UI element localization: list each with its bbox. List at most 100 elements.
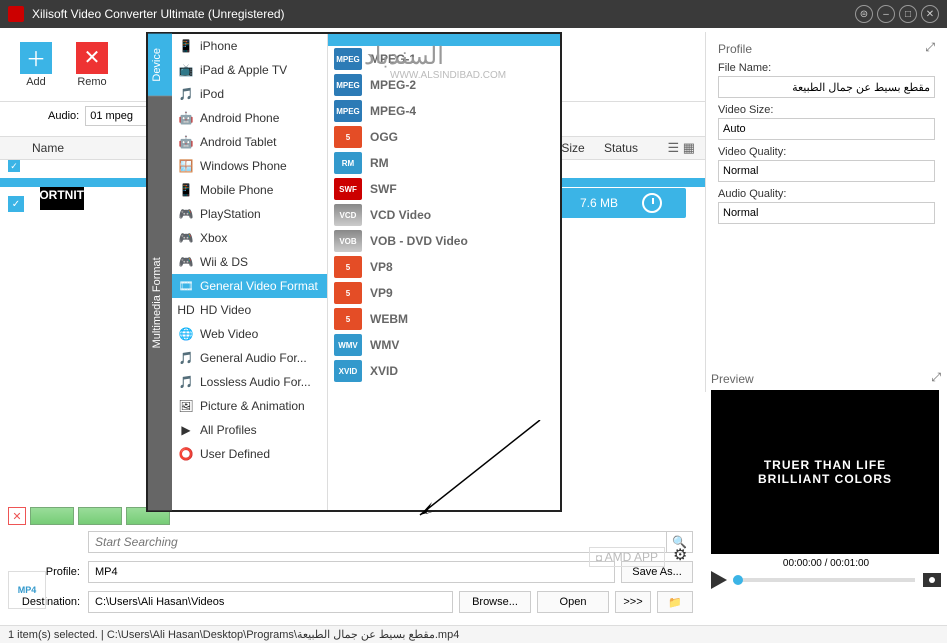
preview-expand-icon[interactable]: ⤢ (931, 370, 941, 385)
row-checkbox[interactable]: ✓ (8, 196, 24, 212)
format-item[interactable]: MPEGMPEG-4 (328, 98, 560, 124)
device-item[interactable]: ▶All Profiles (172, 418, 327, 442)
audio-quality-select[interactable] (718, 202, 935, 224)
device-item[interactable]: 🌐Web Video (172, 322, 327, 346)
format-badge-icon: VCD (334, 204, 362, 226)
format-item[interactable]: WMVWMV (328, 332, 560, 358)
snapshot-button[interactable] (923, 573, 941, 587)
device-icon: HD (178, 302, 194, 318)
tab-device[interactable]: Device (148, 34, 172, 96)
col-status: Status (600, 141, 642, 155)
clip-remove-icon[interactable]: ✕ (8, 507, 26, 525)
add-icon: ＋ (20, 42, 52, 74)
add-button[interactable]: ＋ Add (8, 38, 64, 92)
format-item[interactable]: 5WEBM (328, 306, 560, 332)
close-button[interactable]: ✕ (921, 5, 939, 23)
device-item[interactable]: 🤖Android Tablet (172, 130, 327, 154)
format-badge-icon: 5 (334, 256, 362, 278)
format-flyout: Device Multimedia Format 📱iPhone📺iPad & … (146, 32, 562, 512)
format-item[interactable]: MPEGMPEG-1 (328, 46, 560, 72)
queue-button[interactable]: >>> (615, 591, 651, 613)
window-title: Xilisoft Video Converter Ultimate (Unreg… (32, 7, 851, 21)
preview-panel: Preview ⤢ TRUER THAN LIFE BRILLIANT COLO… (711, 370, 941, 589)
device-item[interactable]: 🎵iPod (172, 82, 327, 106)
device-item[interactable]: 🎮Xbox (172, 226, 327, 250)
file-name-input[interactable] (718, 76, 935, 98)
select-all-checkbox[interactable]: ✓ (8, 160, 20, 172)
format-list: MPEGMPEG-1MPEGMPEG-2MPEGMPEG-45OGGRMRMSW… (328, 34, 560, 510)
clip-segment[interactable] (78, 507, 122, 525)
tab-multimedia[interactable]: Multimedia Format (148, 96, 172, 510)
format-item[interactable]: XVIDXVID (328, 358, 560, 384)
device-icon: 🤖 (178, 134, 194, 150)
device-item[interactable]: 🖼Picture & Animation (172, 394, 327, 418)
audio-input[interactable] (85, 106, 155, 126)
device-icon: 🌐 (178, 326, 194, 342)
device-item[interactable]: 🎮Wii & DS (172, 250, 327, 274)
format-item[interactable]: 5VP8 (328, 254, 560, 280)
device-icon: 🎵 (178, 350, 194, 366)
format-badge-icon: MPEG (334, 48, 362, 70)
video-quality-select[interactable] (718, 160, 935, 182)
amd-app-badge: ◘ AMD APP (589, 547, 665, 567)
app-logo-icon (8, 6, 24, 22)
device-item[interactable]: ⭕User Defined (172, 442, 327, 466)
device-item[interactable]: HDHD Video (172, 298, 327, 322)
clip-segment[interactable] (30, 507, 74, 525)
device-item[interactable]: 📱iPhone (172, 34, 327, 58)
format-item[interactable]: VCDVCD Video (328, 202, 560, 228)
view-toggle[interactable]: ☰ ▦ (667, 140, 695, 156)
destination-input[interactable] (88, 591, 453, 613)
format-item[interactable]: 5OGG (328, 124, 560, 150)
format-badge-icon: 5 (334, 308, 362, 330)
device-item[interactable]: 🎵General Audio For... (172, 346, 327, 370)
video-size-select[interactable] (718, 118, 935, 140)
options-round-icon[interactable]: ⊜ (855, 5, 873, 23)
format-item[interactable]: MPEGMPEG-2 (328, 72, 560, 98)
format-item[interactable]: RMRM (328, 150, 560, 176)
settings-icon[interactable]: ⚙ (673, 545, 695, 567)
profile-title: Profile (718, 42, 752, 56)
browse-button[interactable]: Browse... (459, 591, 531, 613)
device-item[interactable]: 🎮PlayStation (172, 202, 327, 226)
flyout-tabs: Device Multimedia Format (148, 34, 172, 510)
preview-screen: TRUER THAN LIFE BRILLIANT COLORS (711, 390, 939, 554)
search-input[interactable] (88, 531, 667, 553)
device-item[interactable]: 📺iPad & Apple TV (172, 58, 327, 82)
expand-icon[interactable]: ⤢ (925, 40, 935, 55)
device-item[interactable]: 🎞General Video Format (172, 274, 327, 298)
format-badge-icon: 5 (334, 126, 362, 148)
title-bar: Xilisoft Video Converter Ultimate (Unreg… (0, 0, 947, 28)
device-icon: ⭕ (178, 446, 194, 462)
device-icon: 🖼 (178, 398, 194, 414)
maximize-button[interactable]: □ (899, 5, 917, 23)
format-item[interactable]: 5VP9 (328, 280, 560, 306)
device-item[interactable]: 🤖Android Phone (172, 106, 327, 130)
minimize-button[interactable]: – (877, 5, 895, 23)
folder-button[interactable]: 📁 (657, 591, 693, 613)
device-item[interactable]: 🎵Lossless Audio For... (172, 370, 327, 394)
remove-button[interactable]: ✕ Remo (64, 38, 120, 92)
play-button[interactable] (711, 571, 727, 589)
format-item[interactable]: VOBVOB - DVD Video (328, 228, 560, 254)
format-badge-icon: XVID (334, 360, 362, 382)
device-icon: ▶ (178, 422, 194, 438)
device-item[interactable]: 🪟Windows Phone (172, 154, 327, 178)
format-badge-icon: MPEG (334, 100, 362, 122)
mp4-icon: MP4 (8, 571, 46, 609)
preview-line2: BRILLIANT COLORS (758, 472, 892, 486)
device-icon: 🎵 (178, 374, 194, 390)
device-item[interactable]: 📱Mobile Phone (172, 178, 327, 202)
row-name-extra: طبيعة (90, 189, 117, 202)
format-badge-icon: MPEG (334, 74, 362, 96)
clock-icon (642, 193, 662, 213)
seek-slider[interactable] (733, 578, 915, 582)
profile-select[interactable] (88, 561, 615, 583)
open-button[interactable]: Open (537, 591, 609, 613)
row-size: 7.6 MB (580, 196, 618, 210)
format-item[interactable]: SWFSWF (328, 176, 560, 202)
video-size-label: Video Size: (718, 104, 935, 116)
remove-icon: ✕ (76, 42, 108, 74)
audio-row: Audio: (0, 106, 160, 126)
preview-timecode: 00:00:00 / 00:01:00 (711, 558, 941, 569)
